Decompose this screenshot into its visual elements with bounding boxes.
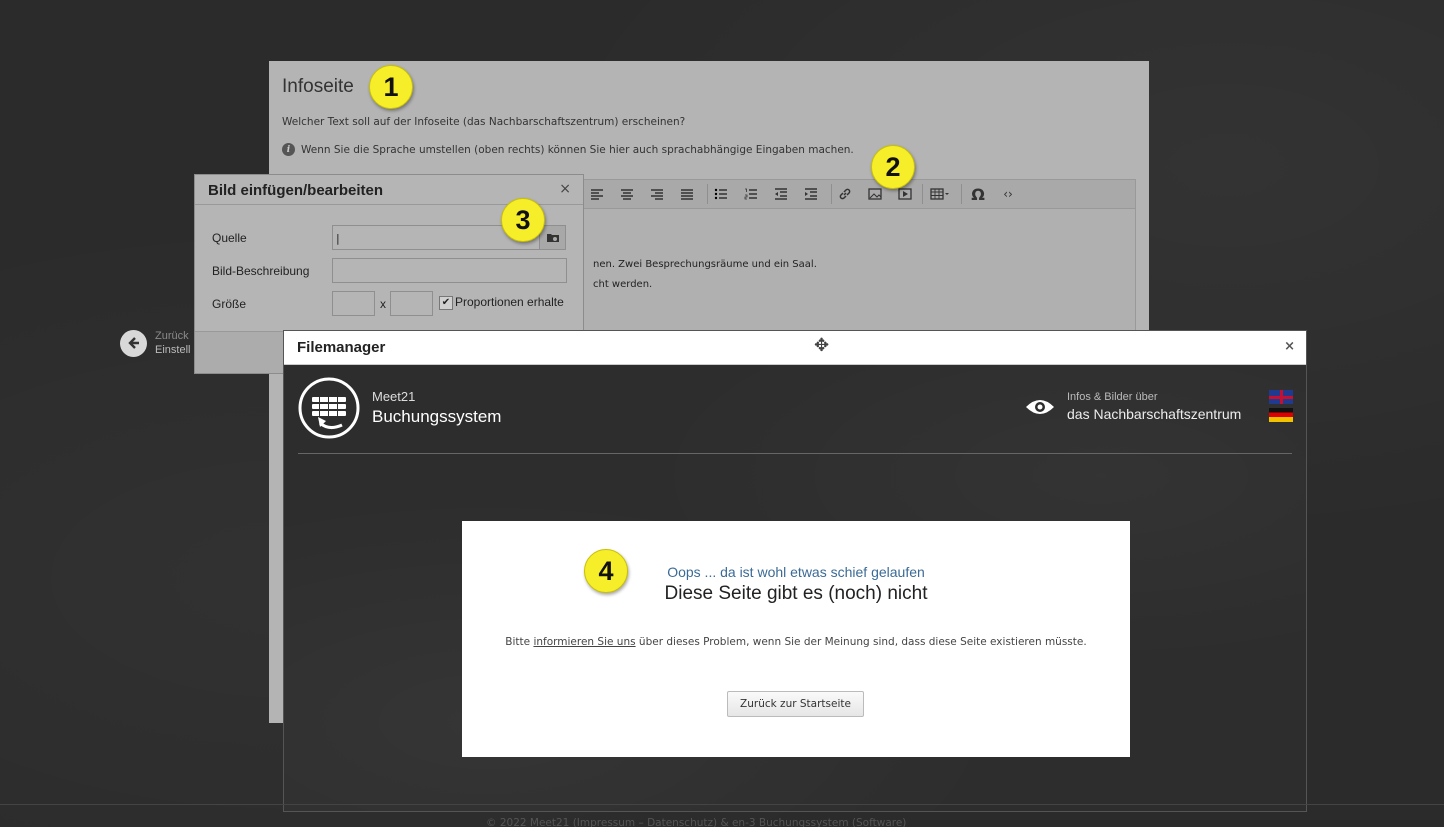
error-subtitle: Oops ... da ist wohl etwas schief gelauf…: [667, 564, 925, 580]
editor-text-line: cht werden.: [593, 279, 653, 290]
close-icon[interactable]: ×: [559, 181, 571, 197]
brand-big: Buchungssystem: [372, 407, 502, 426]
size-separator: x: [380, 297, 386, 311]
info-icon: i: [282, 143, 295, 156]
marker-badge: 2: [871, 145, 915, 189]
report-link[interactable]: informieren Sie uns: [533, 636, 635, 648]
footer-text: © 2022 Meet21 (Impressum – Datenschutz) …: [486, 817, 907, 827]
close-icon[interactable]: ×: [1284, 339, 1295, 354]
source-code-icon[interactable]: ‹›: [997, 184, 1019, 204]
error-text: Bitte informieren Sie uns über dieses Pr…: [505, 636, 1087, 648]
editor-text-line: nen. Zwei Besprechungsräume und ein Saal…: [593, 259, 817, 270]
filemanager-header[interactable]: Filemanager ✥ ×: [284, 331, 1306, 365]
flag-uk-icon[interactable]: [1269, 390, 1293, 404]
align-right-icon[interactable]: [646, 184, 668, 204]
table-icon[interactable]: [926, 184, 954, 204]
back-link-label: Zurück Einstell: [155, 329, 190, 357]
brand[interactable]: Meet21 Buchungssystem: [298, 377, 501, 439]
description-label: Bild-Beschreibung: [212, 264, 310, 278]
bullet-list-icon[interactable]: [710, 184, 732, 204]
back-link-line1: Zurück: [155, 330, 189, 342]
error-box: Oops ... da ist wohl etwas schief gelauf…: [462, 521, 1130, 757]
image-dialog-title: Bild einfügen/bearbeiten: [208, 182, 384, 199]
marker-badge: 3: [501, 198, 545, 242]
logo-icon: [298, 377, 360, 439]
filemanager-dialog: Filemanager ✥ × Meet21 Buchungssystem In…: [283, 330, 1307, 812]
height-input[interactable]: [390, 291, 433, 316]
info-small: Infos & Bilder über: [1067, 391, 1158, 403]
divider: [298, 453, 1292, 454]
flag-de-icon[interactable]: [1269, 408, 1293, 422]
width-input[interactable]: [332, 291, 375, 316]
align-center-icon[interactable]: [616, 184, 638, 204]
filemanager-title: Filemanager: [297, 339, 386, 356]
move-icon[interactable]: ✥: [814, 335, 829, 356]
error-title: Diese Seite gibt es (noch) nicht: [664, 583, 928, 604]
description-input[interactable]: [332, 258, 567, 283]
special-char-icon[interactable]: Ω: [967, 184, 989, 204]
brand-small: Meet21: [372, 389, 416, 404]
marker-badge: 4: [584, 549, 628, 593]
indent-icon[interactable]: [800, 184, 822, 204]
folder-icon: [546, 234, 559, 242]
language-switch: [1269, 390, 1293, 422]
back-home-button[interactable]: Zurück zur Startseite: [727, 691, 864, 717]
footer-divider: [0, 804, 1444, 805]
arrow-left-icon: [120, 329, 147, 357]
align-justify-icon[interactable]: [676, 184, 698, 204]
info-question: Welcher Text soll auf der Infoseite (das…: [282, 116, 686, 128]
info-link[interactable]: Infos & Bilder über das Nachbarschaftsze…: [1025, 391, 1241, 422]
keep-proportions-checkbox[interactable]: ✔: [439, 296, 453, 310]
info-hint: i Wenn Sie die Sprache umstellen (oben r…: [282, 143, 854, 156]
info-hint-text: Wenn Sie die Sprache umstellen (oben rec…: [301, 143, 854, 156]
image-icon[interactable]: [864, 184, 886, 204]
align-left-icon[interactable]: [586, 184, 608, 204]
back-link-line2: Einstell: [155, 344, 191, 356]
info-big: das Nachbarschaftszentrum: [1067, 406, 1242, 422]
link-icon[interactable]: [834, 184, 856, 204]
size-label: Größe: [212, 297, 247, 311]
numbered-list-icon[interactable]: [740, 184, 762, 204]
back-link[interactable]: Zurück Einstell: [120, 329, 190, 357]
outdent-icon[interactable]: [770, 184, 792, 204]
eye-icon: [1026, 399, 1054, 414]
source-label: Quelle: [212, 231, 247, 245]
marker-badge: 1: [369, 65, 413, 109]
keep-proportions-label: Proportionen erhalte: [455, 295, 564, 309]
page-title: Infoseite: [282, 76, 354, 97]
